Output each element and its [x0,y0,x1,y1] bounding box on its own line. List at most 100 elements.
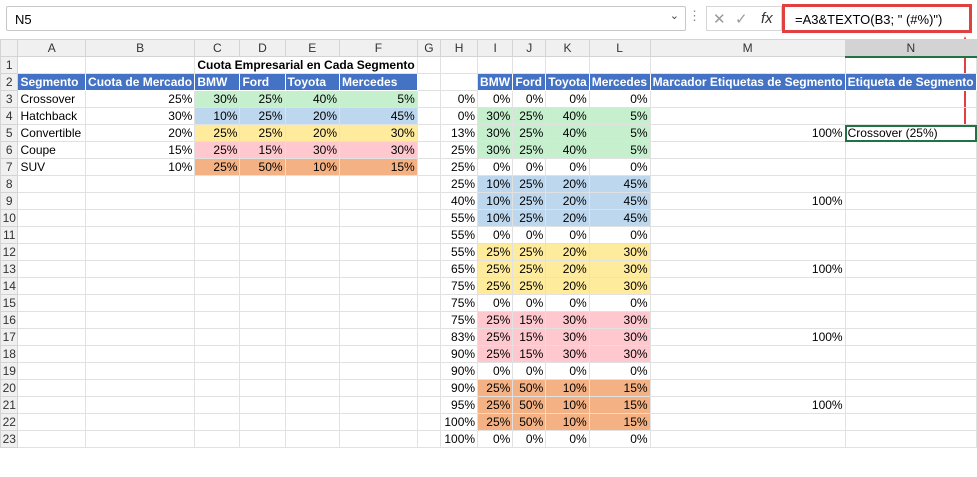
cell-l12[interactable]: 30% [588,243,651,261]
cell-j5[interactable]: 25% [512,124,547,142]
cell-m13[interactable]: 100% [649,260,846,278]
cell-m18[interactable] [649,345,846,363]
cell-d8[interactable] [239,175,286,193]
cell-a1[interactable] [17,56,87,74]
cell-a10[interactable] [17,209,87,227]
cell-b6[interactable]: 15% [85,141,196,159]
cell-n9[interactable] [844,192,977,210]
cell-i6[interactable]: 30% [477,141,514,159]
cell-n7[interactable] [844,158,977,176]
cell-b4[interactable]: 30% [85,107,196,125]
cell-h9[interactable]: 40% [440,192,479,210]
cell-n4[interactable] [844,107,977,125]
cell-b2[interactable]: Cuota de Mercado [85,73,196,91]
cell-j21[interactable]: 50% [512,396,547,414]
cell-f5[interactable]: 30% [339,124,418,142]
cell-i15[interactable]: 0% [477,294,514,312]
cell-h10[interactable]: 55% [440,209,479,227]
cell-d2[interactable]: Ford [239,73,286,91]
cell-d9[interactable] [239,192,286,210]
cell-m19[interactable] [649,362,846,380]
cell-i11[interactable]: 0% [477,226,514,244]
column-header-m[interactable]: M [649,39,846,57]
cell-h12[interactable]: 55% [440,243,479,261]
cell-g2[interactable] [416,73,442,91]
cell-a9[interactable] [17,192,87,210]
cell-b10[interactable] [85,209,196,227]
cell-f20[interactable] [339,379,418,397]
cell-b8[interactable] [85,175,196,193]
cell-a3[interactable]: Crossover [17,90,87,108]
cell-f22[interactable] [339,413,418,431]
cell-k7[interactable]: 0% [545,158,590,176]
cell-c17[interactable] [194,328,241,346]
column-header-i[interactable]: I [477,39,514,57]
cell-l6[interactable]: 5% [588,141,651,159]
cell-e7[interactable]: 10% [284,158,341,176]
column-header-l[interactable]: L [588,39,651,57]
cell-f18[interactable] [339,345,418,363]
cell-k15[interactable]: 0% [545,294,590,312]
row-header[interactable]: 10 [0,209,19,227]
column-header-g[interactable]: G [416,39,442,57]
cell-f19[interactable] [339,362,418,380]
cell-g16[interactable] [416,311,442,329]
cell-a13[interactable] [17,260,87,278]
cell-m15[interactable] [649,294,846,312]
cell-g10[interactable] [416,209,442,227]
cell-n15[interactable] [844,294,977,312]
cell-j17[interactable]: 15% [512,328,547,346]
cell-l5[interactable]: 5% [588,124,651,142]
cell-g14[interactable] [416,277,442,295]
cell-d5[interactable]: 25% [239,124,286,142]
cell-j20[interactable]: 50% [512,379,547,397]
cell-i18[interactable]: 25% [477,345,514,363]
cell-g1[interactable] [416,56,442,74]
cell-h5[interactable]: 13% [440,124,479,142]
cell-j9[interactable]: 25% [512,192,547,210]
cell-m17[interactable]: 100% [649,328,846,346]
cell-c13[interactable] [194,260,241,278]
fx-icon[interactable]: fx [761,10,773,27]
cell-l14[interactable]: 30% [588,277,651,295]
row-header[interactable]: 3 [0,90,19,108]
cell-j12[interactable]: 25% [512,243,547,261]
cell-k3[interactable]: 0% [545,90,590,108]
column-header-d[interactable]: D [239,39,286,57]
cell-n5[interactable]: Crossover (25%) [844,124,977,142]
cell-j19[interactable]: 0% [512,362,547,380]
enter-icon[interactable]: ✓ [735,10,748,28]
cell-g22[interactable] [416,413,442,431]
cell-g23[interactable] [416,430,442,448]
cell-b13[interactable] [85,260,196,278]
row-header[interactable]: 16 [0,311,19,329]
cell-m20[interactable] [649,379,846,397]
cell-m3[interactable] [649,90,846,108]
cell-l9[interactable]: 45% [588,192,651,210]
cell-e22[interactable] [284,413,341,431]
cell-k13[interactable]: 20% [545,260,590,278]
cell-m7[interactable] [649,158,846,176]
cell-f13[interactable] [339,260,418,278]
cell-c5[interactable]: 25% [194,124,241,142]
cell-m9[interactable]: 100% [649,192,846,210]
cell-l17[interactable]: 30% [588,328,651,346]
column-header-n[interactable]: N [844,39,977,58]
cell-d14[interactable] [239,277,286,295]
cell-l10[interactable]: 45% [588,209,651,227]
cell-m4[interactable] [649,107,846,125]
cell-f11[interactable] [339,226,418,244]
row-header[interactable]: 11 [0,226,19,244]
cell-b5[interactable]: 20% [85,124,196,142]
cell-j23[interactable]: 0% [512,430,547,448]
cell-a19[interactable] [17,362,87,380]
cell-i20[interactable]: 25% [477,379,514,397]
cell-l11[interactable]: 0% [588,226,651,244]
cell-m23[interactable] [649,430,846,448]
cell-h19[interactable]: 90% [440,362,479,380]
cell-c23[interactable] [194,430,241,448]
cell-a7[interactable]: SUV [17,158,87,176]
cell-g20[interactable] [416,379,442,397]
cell-f15[interactable] [339,294,418,312]
cell-e6[interactable]: 30% [284,141,341,159]
